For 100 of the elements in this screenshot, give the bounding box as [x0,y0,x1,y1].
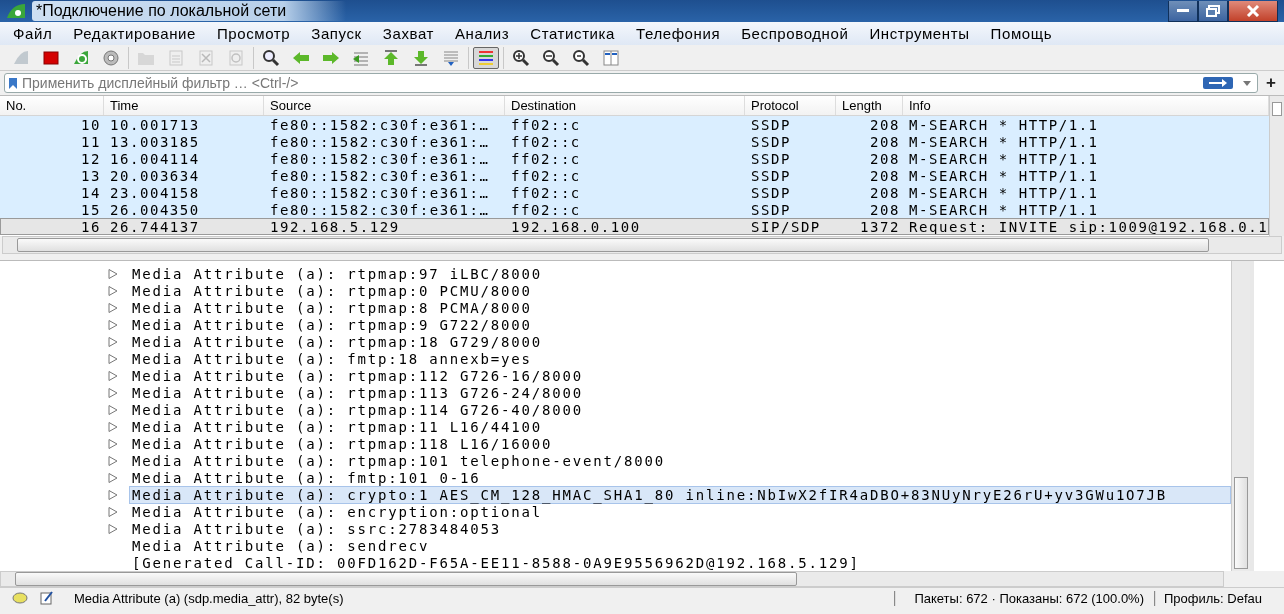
table-cell-text: 16.004114 [109,150,201,167]
table-cell-text: 192.168.5.129 [269,218,401,235]
add-filter-button[interactable]: + [1262,73,1280,93]
dropdown-icon[interactable] [1243,80,1252,86]
expand-icon[interactable] [108,523,118,534]
tree-item[interactable]: Media Attribute (a): rtpmap:101 telephone-event/8000 [129,451,1231,470]
expand-icon[interactable] [108,387,118,398]
tree-item[interactable]: Media Attribute (a): rtpmap:8 PCMA/8000 [129,298,1231,317]
menu-item[interactable]: Помощь [979,25,1063,42]
close-button[interactable] [1228,0,1278,22]
status-indicator-icon[interactable] [12,592,28,604]
column-header[interactable]: Time [104,96,264,115]
packet-row[interactable]: 16 26.744137 192.168.5.129 192.168.0.100 SIP/SDP 1372 Request: INVITE sip:1009@192.168.0.1 [0,218,1269,235]
menu-item[interactable]: Просмотр [205,25,301,42]
menu-item[interactable]: Редактирование [62,25,206,42]
filter-field[interactable]: Применить дисплейный фильтр … <Ctrl-/> [4,73,1259,93]
expand-icon[interactable] [108,438,118,449]
table-cell-text: 26.004350 [109,201,201,218]
column-header[interactable]: Protocol [745,96,836,115]
expand-icon[interactable] [108,285,118,296]
filter-input[interactable]: Применить дисплейный фильтр … <Ctrl-/> [18,75,1204,91]
fin-icon [12,48,30,67]
zoom-in-icon [512,48,530,67]
menu-item[interactable]: Файл [2,25,63,42]
packet-row[interactable]: 14 23.004158 fe80::1582:c30f:e361:… ff02::c SSDP 208 M-SEARCH * HTTP/1.1 [0,184,1269,201]
expand-icon[interactable] [108,455,118,466]
horizontal-scrollbar[interactable] [0,571,1224,587]
expand-icon[interactable] [108,302,118,313]
window-title: *Подключение по локальной сети [32,1,347,21]
column-header[interactable]: Destination [505,96,745,115]
expand-icon[interactable] [108,421,118,432]
column-header[interactable]: Source [264,96,505,115]
minimize-button[interactable] [1168,0,1198,22]
expand-icon[interactable] [108,506,118,517]
tree-item[interactable]: Media Attribute (a): rtpmap:18 G729/8000 [129,332,1231,351]
scrollbar[interactable] [1231,261,1250,571]
document-icon [167,48,185,67]
scrollbar[interactable] [1269,96,1284,236]
expand-icon[interactable] [108,268,118,279]
tree-item[interactable]: Media Attribute (a): rtpmap:97 iLBC/8000 [129,264,1231,283]
table-cell-text: M-SEARCH * HTTP/1.1 [908,201,1100,218]
expand-icon[interactable] [108,472,118,483]
expand-icon[interactable] [108,370,118,381]
menu-item[interactable]: Статистика [519,25,625,42]
tree-item[interactable]: Media Attribute (a): encryption:optional [129,502,1231,521]
tree-item[interactable]: Media Attribute (a): rtpmap:9 G722/8000 [129,315,1231,334]
tree-item[interactable]: Media Attribute (a): fmtp:18 annexb=yes [129,349,1231,368]
expand-icon[interactable] [108,489,118,500]
edit-note-icon[interactable] [40,591,54,605]
bookmark-icon[interactable] [8,76,18,90]
packet-row[interactable]: 11 13.003185 fe80::1582:c30f:e361:… ff02::c SSDP 208 M-SEARCH * HTTP/1.1 [0,133,1269,150]
packet-count: Пакеты: 672 · Показаны: 672 (100.0%) [894,590,1154,606]
table-cell-text: SSDP [750,116,792,133]
right-arrow-icon [1208,79,1229,87]
tree-item[interactable]: [Generated Call-ID: 00FD162D-F65A-EE11-8588-0A9E9556962D@192.168.5.129] [129,553,1231,571]
column-header[interactable]: No. [0,96,104,115]
table-cell-text: 23.004158 [109,184,201,201]
tree-item[interactable]: Media Attribute (a): crypto:1 AES_CM_128_HMAC_SHA1_80 inline:NbIwX2fIR4aDBO+83NUyNryE26rU+yv3GWu1O7JB [129,485,1231,504]
tree-item[interactable]: Media Attribute (a): fmtp:101 0-16 [129,468,1231,487]
restore-icon [1206,4,1220,17]
menu-item[interactable]: Запуск [300,25,372,42]
packet-row[interactable]: 15 26.004350 fe80::1582:c30f:e361:… ff02::c SSDP 208 M-SEARCH * HTTP/1.1 [0,201,1269,218]
table-cell-text: 26.744137 [109,218,201,235]
tree-item[interactable]: Media Attribute (a): rtpmap:0 PCMU/8000 [129,281,1231,300]
tree-item[interactable]: Media Attribute (a): rtpmap:112 G726-16/8000 [129,366,1231,385]
table-cell-text: M-SEARCH * HTTP/1.1 [908,184,1100,201]
expand-icon[interactable] [108,353,118,364]
settings-icon [102,48,120,67]
expand-icon[interactable] [108,404,118,415]
packet-row[interactable]: 13 20.003634 fe80::1582:c30f:e361:… ff02::c SSDP 208 M-SEARCH * HTTP/1.1 [0,167,1269,184]
menu-item[interactable]: Беспроводной [730,25,859,42]
close-icon [1246,4,1260,17]
table-cell-text: 208 [869,116,901,133]
menu-item[interactable]: Инструменты [858,25,980,42]
tree-item[interactable]: Media Attribute (a): sendrecv [129,536,1231,555]
expand-icon[interactable] [108,336,118,347]
table-cell-text: fe80::1582:c30f:e361:… [269,201,491,218]
column-header[interactable]: Length [836,96,903,115]
toolbar-button[interactable] [473,46,499,69]
tree-item[interactable]: Media Attribute (a): rtpmap:114 G726-40/8000 [129,400,1231,419]
table-cell-text: 10.001713 [109,116,201,133]
maximize-button[interactable] [1198,0,1228,22]
menu-item[interactable]: Анализ [444,25,520,42]
menu-item[interactable]: Захват [371,25,444,42]
table-cell-text: 208 [869,133,901,150]
expand-icon[interactable] [108,319,118,330]
profile-label[interactable]: Профиль: Defau [1154,590,1284,606]
fin-refresh-icon [72,48,90,67]
table-cell-text: M-SEARCH * HTTP/1.1 [908,150,1100,167]
apply-button[interactable] [1203,77,1234,89]
tree-item[interactable]: Media Attribute (a): rtpmap:11 L16/44100 [129,417,1231,436]
horizontal-scrollbar[interactable] [2,236,1282,254]
table-cell-text: M-SEARCH * HTTP/1.1 [908,133,1100,150]
minimize-icon [1177,8,1189,13]
tree-item[interactable]: Media Attribute (a): rtpmap:118 L16/16000 [129,434,1231,453]
menu-item[interactable]: Телефония [625,25,731,42]
packet-row[interactable]: 10 10.001713 fe80::1582:c30f:e361:… ff02::c SSDP 208 M-SEARCH * HTTP/1.1 [0,116,1269,133]
packet-row[interactable]: 12 16.004114 fe80::1582:c30f:e361:… ff02::c SSDP 208 M-SEARCH * HTTP/1.1 [0,150,1269,167]
tree-item[interactable]: Media Attribute (a): rtpmap:113 G726-24/8000 [129,383,1231,402]
tree-item[interactable]: Media Attribute (a): ssrc:2783484053 [129,519,1231,538]
